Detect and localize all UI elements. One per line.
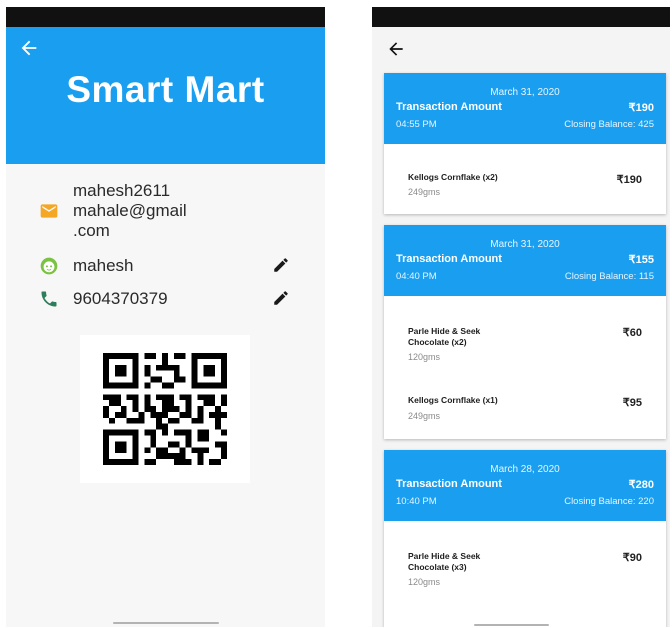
email-line-1: mahesh2611 xyxy=(73,181,171,200)
edit-pencil-icon[interactable] xyxy=(272,289,290,307)
transaction-amount: ₹280 xyxy=(628,479,654,491)
email-text: mahesh2611 mahale@gmail .com xyxy=(73,181,187,241)
email-line-3: .com xyxy=(73,221,110,240)
phone-text: 9604370379 xyxy=(73,289,168,308)
transaction-header: March 31, 2020 Transaction Amount ₹155 0… xyxy=(384,225,666,296)
transaction-time: 10:40 PM xyxy=(396,496,437,507)
transaction-label: Transaction Amount xyxy=(396,253,502,265)
transaction-header: March 31, 2020 Transaction Amount ₹190 0… xyxy=(384,73,666,144)
list-item: Parle Hide & Seek Chocolate (x2) 120gms … xyxy=(384,296,666,369)
transaction-card[interactable]: March 31, 2020 Transaction Amount ₹155 0… xyxy=(384,225,666,439)
status-bar xyxy=(372,7,670,27)
item-weight: 249gms xyxy=(408,411,441,421)
transaction-time: 04:55 PM xyxy=(396,119,437,130)
list-item: Parle Hide & Seek Chocolate (x3) 120gms … xyxy=(384,521,666,627)
edit-pencil-icon[interactable] xyxy=(272,256,290,274)
transaction-label: Transaction Amount xyxy=(396,478,502,490)
qr-code xyxy=(103,353,227,465)
transaction-time: 04:40 PM xyxy=(396,271,437,282)
username-text: mahesh xyxy=(73,256,134,275)
transaction-date: March 28, 2020 xyxy=(490,464,560,475)
face-icon xyxy=(40,257,58,275)
item-name: Parle Hide & Seek Chocolate (x3) xyxy=(408,551,481,572)
email-icon xyxy=(40,204,58,218)
transaction-label: Transaction Amount xyxy=(396,101,502,113)
closing-balance: Closing Balance: 115 xyxy=(564,271,654,282)
item-name: Kellogs Cornflake (x2) xyxy=(408,172,498,182)
transaction-date: March 31, 2020 xyxy=(490,239,560,250)
transaction-header: March 28, 2020 Transaction Amount ₹280 1… xyxy=(384,450,666,521)
item-weight: 120gms xyxy=(408,577,441,587)
transaction-list: March 31, 2020 Transaction Amount ₹190 0… xyxy=(384,73,666,627)
transaction-card[interactable]: March 28, 2020 Transaction Amount ₹280 1… xyxy=(384,450,666,627)
item-price: ₹190 xyxy=(616,174,642,186)
transaction-card[interactable]: March 31, 2020 Transaction Amount ₹190 0… xyxy=(384,73,666,214)
profile-screen: Smart Mart mahesh2611 mahale@gmail .com … xyxy=(6,7,325,627)
back-arrow-icon[interactable] xyxy=(18,37,40,59)
list-item: Kellogs Cornflake (x2) 249gms ₹190 xyxy=(384,144,666,214)
profile-header: Smart Mart xyxy=(6,27,325,164)
back-arrow-icon[interactable] xyxy=(386,39,406,59)
item-weight: 249gms xyxy=(408,187,441,197)
transaction-amount: ₹155 xyxy=(628,254,654,266)
closing-balance: Closing Balance: 220 xyxy=(564,496,654,507)
email-line-2: mahale@gmail xyxy=(73,201,187,220)
transaction-amount: ₹190 xyxy=(628,102,654,114)
list-item: Kellogs Cornflake (x1) 249gms ₹95 xyxy=(384,369,666,439)
item-name: Kellogs Cornflake (x1) xyxy=(408,395,498,405)
transactions-screen: March 31, 2020 Transaction Amount ₹190 0… xyxy=(372,7,670,627)
item-price: ₹95 xyxy=(622,397,642,409)
item-price: ₹60 xyxy=(622,327,642,339)
item-name: Parle Hide & Seek Chocolate (x2) xyxy=(408,326,481,347)
item-weight: 120gms xyxy=(408,352,441,362)
profile-body: mahesh2611 mahale@gmail .com mahesh 9604… xyxy=(6,164,325,627)
transaction-date: March 31, 2020 xyxy=(490,87,560,98)
phone-icon xyxy=(41,291,57,307)
item-price: ₹90 xyxy=(622,552,642,564)
closing-balance: Closing Balance: 425 xyxy=(564,119,654,130)
brand-title: Smart Mart xyxy=(66,69,265,110)
top-bar xyxy=(372,27,670,73)
home-indicator xyxy=(113,622,219,624)
status-bar xyxy=(6,7,325,27)
qr-code-card xyxy=(80,335,250,483)
home-indicator xyxy=(474,624,549,626)
